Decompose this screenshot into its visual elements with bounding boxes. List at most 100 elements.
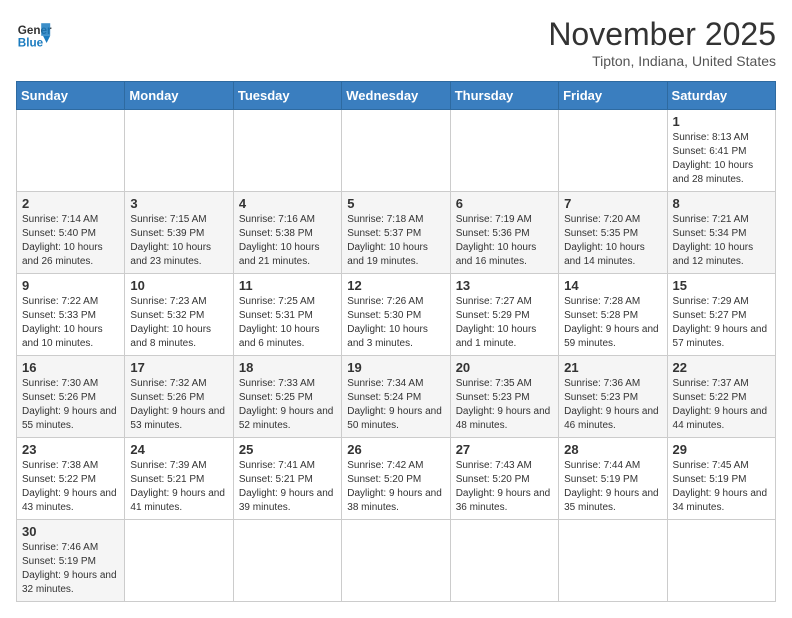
day-number: 11 (239, 278, 336, 293)
calendar-cell: 2Sunrise: 7:14 AM Sunset: 5:40 PM Daylig… (17, 192, 125, 274)
day-number: 25 (239, 442, 336, 457)
calendar-cell (233, 110, 341, 192)
calendar-cell: 15 Sunrise: 7:29 AM Sunset: 5:27 PM Dayli… (667, 274, 775, 356)
day-number: 28 (564, 442, 661, 457)
logo-icon: General Blue (16, 16, 52, 52)
day-info: Sunrise: 7:21 AM Sunset: 5:34 PM Dayligh… (673, 213, 770, 269)
calendar-cell: 21Sunrise: 7:36 AM Sunset: 5:23 PM Dayli… (559, 356, 667, 438)
calendar-week-2: 2Sunrise: 7:14 AM Sunset: 5:40 PM Daylig… (17, 192, 776, 274)
calendar-cell (559, 520, 667, 602)
calendar-cell: 5Sunrise: 7:18 AM Sunset: 5:37 PM Daylig… (342, 192, 450, 274)
weekday-header-sunday: Sunday (17, 82, 125, 110)
calendar-cell (125, 110, 233, 192)
day-info: Sunrise: 7:46 AM Sunset: 5:19 PM Dayligh… (22, 541, 119, 597)
calendar-cell (667, 520, 775, 602)
day-info: Sunrise: 7:33 AM Sunset: 5:25 PM Dayligh… (239, 377, 336, 433)
day-info: Sunrise: 7:38 AM Sunset: 5:22 PM Dayligh… (22, 459, 119, 515)
weekday-header-wednesday: Wednesday (342, 82, 450, 110)
day-info: Sunrise: 7:30 AM Sunset: 5:26 PM Dayligh… (22, 377, 119, 433)
calendar-cell (450, 110, 558, 192)
calendar-cell: 25 Sunrise: 7:41 AM Sunset: 5:21 PM Dayli… (233, 438, 341, 520)
calendar-cell: 19Sunrise: 7:34 AM Sunset: 5:24 PM Dayli… (342, 356, 450, 438)
title-area: November 2025 Tipton, Indiana, United St… (548, 16, 776, 69)
weekday-header-row: SundayMondayTuesdayWednesdayThursdayFrid… (17, 82, 776, 110)
day-info: Sunrise: 7:34 AM Sunset: 5:24 PM Dayligh… (347, 377, 444, 433)
calendar-cell: 11 Sunrise: 7:25 AM Sunset: 5:31 PM Dayli… (233, 274, 341, 356)
calendar-cell (233, 520, 341, 602)
calendar-cell: 6Sunrise: 7:19 AM Sunset: 5:36 PM Daylig… (450, 192, 558, 274)
day-number: 12 (347, 278, 444, 293)
day-info: Sunrise: 7:20 AM Sunset: 5:35 PM Dayligh… (564, 213, 661, 269)
day-info: Sunrise: 7:29 AM Sunset: 5:27 PM Dayligh… (673, 295, 770, 351)
day-number: 15 (673, 278, 770, 293)
weekday-header-friday: Friday (559, 82, 667, 110)
day-info: Sunrise: 7:16 AM Sunset: 5:38 PM Dayligh… (239, 213, 336, 269)
day-info: Sunrise: 7:42 AM Sunset: 5:20 PM Dayligh… (347, 459, 444, 515)
day-info: Sunrise: 7:26 AM Sunset: 5:30 PM Dayligh… (347, 295, 444, 351)
calendar-subtitle: Tipton, Indiana, United States (548, 53, 776, 69)
calendar-cell: 8 Sunrise: 7:21 AM Sunset: 5:34 PM Daylig… (667, 192, 775, 274)
calendar-cell: 1 Sunrise: 8:13 AM Sunset: 6:41 PM Daylig… (667, 110, 775, 192)
day-info: Sunrise: 8:13 AM Sunset: 6:41 PM Dayligh… (673, 131, 770, 187)
svg-text:Blue: Blue (18, 37, 44, 50)
calendar-cell: 22 Sunrise: 7:37 AM Sunset: 5:22 PM Dayli… (667, 356, 775, 438)
day-number: 18 (239, 360, 336, 375)
calendar-cell: 4 Sunrise: 7:16 AM Sunset: 5:38 PM Daylig… (233, 192, 341, 274)
day-number: 14 (564, 278, 661, 293)
day-number: 13 (456, 278, 553, 293)
calendar-cell (450, 520, 558, 602)
logo: General Blue (16, 16, 52, 52)
day-info: Sunrise: 7:45 AM Sunset: 5:19 PM Dayligh… (673, 459, 770, 515)
calendar-cell (125, 520, 233, 602)
day-info: Sunrise: 7:35 AM Sunset: 5:23 PM Dayligh… (456, 377, 553, 433)
day-number: 16 (22, 360, 119, 375)
calendar-cell: 20Sunrise: 7:35 AM Sunset: 5:23 PM Dayli… (450, 356, 558, 438)
day-number: 21 (564, 360, 661, 375)
calendar-cell: 3 Sunrise: 7:15 AM Sunset: 5:39 PM Daylig… (125, 192, 233, 274)
weekday-header-tuesday: Tuesday (233, 82, 341, 110)
calendar-cell: 7 Sunrise: 7:20 AM Sunset: 5:35 PM Daylig… (559, 192, 667, 274)
calendar-week-4: 16 Sunrise: 7:30 AM Sunset: 5:26 PM Dayli… (17, 356, 776, 438)
day-number: 9 (22, 278, 119, 293)
calendar-cell: 23Sunrise: 7:38 AM Sunset: 5:22 PM Dayli… (17, 438, 125, 520)
day-info: Sunrise: 7:41 AM Sunset: 5:21 PM Dayligh… (239, 459, 336, 515)
day-number: 1 (673, 114, 770, 129)
calendar-cell: 13Sunrise: 7:27 AM Sunset: 5:29 PM Dayli… (450, 274, 558, 356)
calendar-cell: 14 Sunrise: 7:28 AM Sunset: 5:28 PM Dayli… (559, 274, 667, 356)
day-number: 3 (130, 196, 227, 211)
day-number: 8 (673, 196, 770, 211)
calendar-cell: 26 Sunrise: 7:42 AM Sunset: 5:20 PM Dayli… (342, 438, 450, 520)
day-number: 30 (22, 524, 119, 539)
day-info: Sunrise: 7:18 AM Sunset: 5:37 PM Dayligh… (347, 213, 444, 269)
calendar-week-3: 9 Sunrise: 7:22 AM Sunset: 5:33 PM Daylig… (17, 274, 776, 356)
day-info: Sunrise: 7:28 AM Sunset: 5:28 PM Dayligh… (564, 295, 661, 351)
weekday-header-saturday: Saturday (667, 82, 775, 110)
day-number: 29 (673, 442, 770, 457)
day-number: 17 (130, 360, 227, 375)
calendar-cell: 27Sunrise: 7:43 AM Sunset: 5:20 PM Dayli… (450, 438, 558, 520)
day-number: 7 (564, 196, 661, 211)
calendar-cell: 12 Sunrise: 7:26 AM Sunset: 5:30 PM Dayli… (342, 274, 450, 356)
day-info: Sunrise: 7:15 AM Sunset: 5:39 PM Dayligh… (130, 213, 227, 269)
page-header: General Blue November 2025 Tipton, India… (16, 16, 776, 69)
day-number: 24 (130, 442, 227, 457)
day-info: Sunrise: 7:44 AM Sunset: 5:19 PM Dayligh… (564, 459, 661, 515)
day-number: 2 (22, 196, 119, 211)
day-number: 22 (673, 360, 770, 375)
weekday-header-thursday: Thursday (450, 82, 558, 110)
calendar-cell: 17Sunrise: 7:32 AM Sunset: 5:26 PM Dayli… (125, 356, 233, 438)
calendar-table: SundayMondayTuesdayWednesdayThursdayFrid… (16, 81, 776, 602)
calendar-cell: 24Sunrise: 7:39 AM Sunset: 5:21 PM Dayli… (125, 438, 233, 520)
calendar-cell: 16 Sunrise: 7:30 AM Sunset: 5:26 PM Dayli… (17, 356, 125, 438)
calendar-cell (342, 520, 450, 602)
calendar-cell (559, 110, 667, 192)
day-info: Sunrise: 7:19 AM Sunset: 5:36 PM Dayligh… (456, 213, 553, 269)
day-info: Sunrise: 7:22 AM Sunset: 5:33 PM Dayligh… (22, 295, 119, 351)
day-info: Sunrise: 7:25 AM Sunset: 5:31 PM Dayligh… (239, 295, 336, 351)
calendar-cell: 10Sunrise: 7:23 AM Sunset: 5:32 PM Dayli… (125, 274, 233, 356)
day-number: 26 (347, 442, 444, 457)
calendar-cell: 9 Sunrise: 7:22 AM Sunset: 5:33 PM Daylig… (17, 274, 125, 356)
calendar-cell: 29 Sunrise: 7:45 AM Sunset: 5:19 PM Dayli… (667, 438, 775, 520)
day-number: 4 (239, 196, 336, 211)
day-info: Sunrise: 7:37 AM Sunset: 5:22 PM Dayligh… (673, 377, 770, 433)
